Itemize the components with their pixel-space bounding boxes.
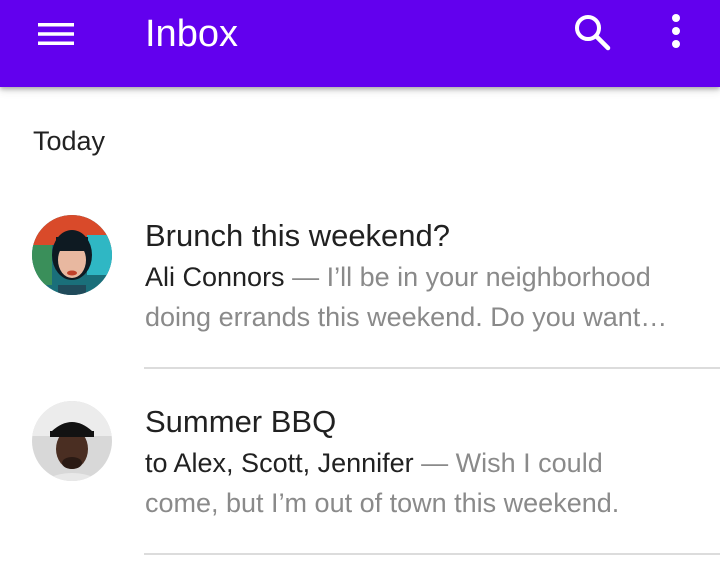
email-preview: to Alex, Scott, Jennifer — Wish I could … [145, 443, 705, 523]
list-subheader: Today [33, 126, 106, 156]
email-sender: to Alex, Scott, Jennifer [145, 448, 414, 478]
email-preview: Ali Connors — I’ll be in your neighborho… [145, 257, 705, 337]
avatar-image [32, 215, 112, 295]
search-button[interactable] [566, 8, 616, 56]
list-divider [144, 553, 720, 555]
page-title: Inbox [145, 13, 238, 55]
avatar [32, 401, 112, 481]
email-subject: Brunch this weekend? [145, 218, 451, 253]
more-options-button[interactable] [656, 8, 696, 56]
email-snippet-line1: — Wish I could [413, 448, 603, 478]
email-subject: Summer BBQ [145, 404, 337, 439]
avatar [32, 215, 112, 295]
more-vert-icon [672, 14, 680, 48]
email-sender: Ali Connors [145, 262, 285, 292]
email-snippet-line1: — I’ll be in your neighborhood [284, 262, 651, 292]
email-snippet-line2: doing errands this weekend. Do you want… [145, 302, 668, 332]
email-list-item[interactable]: Brunch this weekend? Ali Connors — I’ll … [0, 200, 720, 370]
email-list-item[interactable]: Summer BBQ to Alex, Scott, Jennifer — Wi… [0, 386, 720, 556]
list-divider [144, 367, 720, 369]
top-app-bar: Inbox [0, 0, 720, 87]
inbox-screen: Inbox Today Brunch this weekend? Ali Con… [0, 0, 720, 583]
email-snippet-line2: come, but I’m out of town this weekend. [145, 488, 620, 518]
menu-icon [38, 23, 74, 45]
search-icon [575, 15, 611, 51]
menu-button[interactable] [22, 10, 90, 58]
avatar-image [32, 401, 112, 481]
